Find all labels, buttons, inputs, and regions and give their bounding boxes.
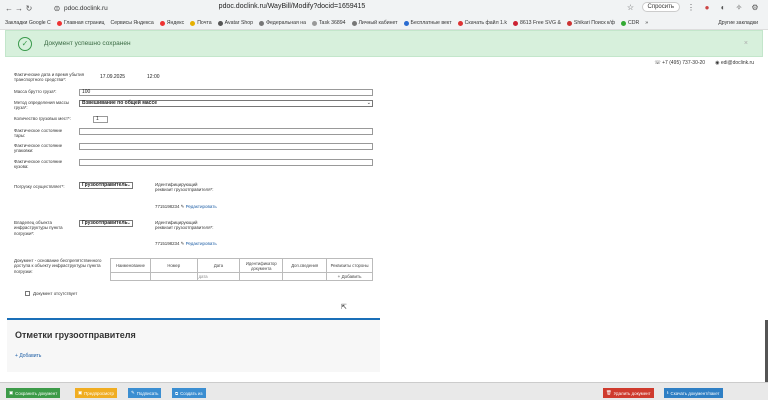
- contact-info: ☏ +7 (495) 737-30-20 ◉ edi@doclink.ru: [654, 60, 754, 66]
- bookmark-item[interactable]: Почта: [190, 20, 212, 26]
- edit-link[interactable]: Редактировать: [186, 241, 217, 246]
- page-url[interactable]: pdoc.doclink.ru/WayBill/Modify?docid=165…: [52, 3, 532, 10]
- gross-mass-input[interactable]: 100: [79, 89, 373, 96]
- phone[interactable]: ☏ +7 (495) 737-30-20: [654, 60, 705, 66]
- packaging-state-input[interactable]: [79, 143, 373, 150]
- column-header: Доп.сведения: [282, 258, 328, 273]
- owner-id-value: 7715198234 ✎ Редактировать: [155, 241, 217, 246]
- loading-id-value: 7715198234 ✎ Редактировать: [155, 204, 217, 209]
- bookmark-item[interactable]: Сервисы Яндекса: [110, 20, 153, 26]
- waybill-form: Фактические дата и время убытия транспор…: [7, 70, 380, 318]
- owner-id-label: Идентифицирующий реквизит грузоотправите…: [155, 220, 214, 231]
- edit-link[interactable]: Редактировать: [186, 204, 217, 209]
- bookmark-item[interactable]: CDR: [621, 20, 639, 26]
- menu-dots-icon[interactable]: ⋮: [686, 3, 696, 12]
- download-button[interactable]: ⭳ Скачать документ/пакет: [664, 388, 723, 398]
- mass-method-select[interactable]: Взвешивание по общей массе ⌄: [79, 100, 373, 107]
- bookmark-item[interactable]: Закладки Google C: [5, 20, 51, 26]
- reload-icon[interactable]: ↻: [24, 4, 34, 13]
- ask-button[interactable]: Спросить: [641, 2, 680, 12]
- date-cell[interactable]: дата: [196, 272, 241, 281]
- alert-message: Документ успешно сохранен: [44, 40, 131, 47]
- bookmark-item[interactable]: Бесплатные вект: [403, 20, 452, 26]
- documents-table: Наименование Номер Дата Идентификатор до…: [110, 258, 373, 281]
- forward-icon[interactable]: →: [14, 4, 24, 13]
- bookmark-star-icon[interactable]: ☆: [626, 3, 636, 12]
- body-state-input[interactable]: [79, 159, 373, 166]
- preview-button[interactable]: ▣ Предпросмотр: [75, 388, 117, 398]
- bookmark-item[interactable]: Федеральная на: [259, 20, 306, 26]
- column-header: Номер: [149, 258, 198, 273]
- actual-time-input[interactable]: 12:00: [145, 75, 187, 82]
- address-bar[interactable]: ⊜ pdoc.doclink.ru pdoc.doclink.ru/WayBil…: [52, 2, 532, 15]
- cargo-places-label: Количество грузовых мест*:: [14, 116, 71, 121]
- bookmark-item[interactable]: Task 36894: [311, 20, 346, 26]
- chevron-down-icon: ⌄: [126, 182, 131, 188]
- column-header: Дата: [196, 258, 241, 273]
- no-document-label: Документ отсутствует: [33, 291, 78, 296]
- success-alert: ✓ Документ успешно сохранен ×: [5, 30, 763, 57]
- action-bar: ▣ Сохранить документ ▣ Предпросмотр ✎ По…: [0, 382, 768, 400]
- name-cell[interactable]: [110, 272, 151, 281]
- loading-id-label: Идентифицирующий реквизит грузоотправите…: [155, 182, 214, 193]
- section-title: Отметки грузоотправителя: [15, 330, 136, 340]
- chevron-down-icon: ⌄: [126, 220, 131, 226]
- loading-by-label: Погрузку осуществляет*:: [14, 184, 65, 189]
- bookmark-item[interactable]: Shikari Поиск к/ф: [566, 20, 615, 26]
- bookmark-more[interactable]: »: [645, 20, 648, 26]
- extension-icon[interactable]: ●: [702, 3, 712, 12]
- email[interactable]: ◉ edi@doclink.ru: [715, 60, 754, 66]
- bookmark-item[interactable]: 8613 Free SVG &: [512, 20, 561, 26]
- other-bookmarks[interactable]: Другие закладки: [718, 20, 758, 26]
- packaging-state-label: Фактическое состояние упаковки:: [14, 143, 63, 154]
- number-cell[interactable]: [149, 272, 198, 281]
- column-header: Идентификатор документа: [239, 258, 284, 273]
- mouse-cursor-icon: ⇱: [341, 304, 347, 311]
- column-header: Наименование: [110, 258, 151, 273]
- bookmark-item[interactable]: Avatar Shop: [217, 20, 253, 26]
- add-row-button[interactable]: + Добавить: [326, 272, 373, 281]
- doc-basis-label: Документ - основание беспрепятственного …: [14, 258, 102, 274]
- column-header: Реквизиты стороны: [326, 258, 373, 273]
- extensions-puzzle-icon[interactable]: ✧: [734, 3, 744, 12]
- extra-cell[interactable]: [282, 272, 328, 281]
- delete-button[interactable]: 🗑 Удалить документ: [603, 388, 654, 398]
- create-from-button[interactable]: ⧉ Создать из: [172, 388, 206, 398]
- save-button[interactable]: ▣ Сохранить документ: [6, 388, 61, 398]
- pencil-icon: ✎: [180, 241, 185, 246]
- back-icon[interactable]: ←: [4, 4, 14, 13]
- mass-method-label: Метод определения массы груза*:: [14, 100, 70, 111]
- gross-mass-label: Масса брутто груза*:: [14, 89, 57, 94]
- body-state-label: Фактическое состояние кузова:: [14, 159, 63, 170]
- doc-id-cell[interactable]: [239, 272, 284, 281]
- actual-date-input[interactable]: 17.09.2025: [98, 75, 143, 82]
- no-document-checkbox[interactable]: [25, 291, 30, 296]
- actual-date-label: Фактические дата и время убытия транспор…: [14, 72, 84, 83]
- owner-select[interactable]: Грузоотправитель ⌄: [79, 220, 133, 227]
- container-state-input[interactable]: [79, 128, 373, 135]
- chevron-down-icon: ⌄: [366, 100, 371, 106]
- bookmark-item[interactable]: Яндекс: [159, 20, 184, 26]
- pencil-icon: ✎: [180, 204, 185, 209]
- sign-button[interactable]: ✎ Подписать: [128, 388, 162, 398]
- cargo-places-input[interactable]: 1: [93, 116, 108, 123]
- check-circle-icon: ✓: [18, 36, 32, 51]
- profile-icon[interactable]: ◐: [718, 3, 728, 12]
- close-icon[interactable]: ×: [744, 40, 748, 47]
- settings-icon[interactable]: ⚙: [750, 3, 760, 12]
- bookmark-item[interactable]: Главная страниц: [56, 20, 104, 26]
- container-state-label: Фактическое состояние тары:: [14, 128, 63, 139]
- add-mark-button[interactable]: + Добавить: [15, 353, 41, 359]
- loading-by-select[interactable]: Грузоотправитель ⌄: [79, 182, 133, 189]
- bookmark-item[interactable]: Скачать файл 1.k: [457, 20, 507, 26]
- owner-label: Владелец объекта инфраструктуры пункта п…: [14, 220, 63, 236]
- table-row: дата + Добавить: [110, 272, 373, 281]
- bookmark-item[interactable]: Личный кабинет: [351, 20, 398, 26]
- bookmarks-bar: Закладки Google C Главная страниц Сервис…: [0, 17, 768, 30]
- browser-toolbar: ← → ↻ ⊜ pdoc.doclink.ru pdoc.doclink.ru/…: [0, 0, 768, 17]
- shipper-marks-section: Отметки грузоотправителя + Добавить: [7, 320, 380, 372]
